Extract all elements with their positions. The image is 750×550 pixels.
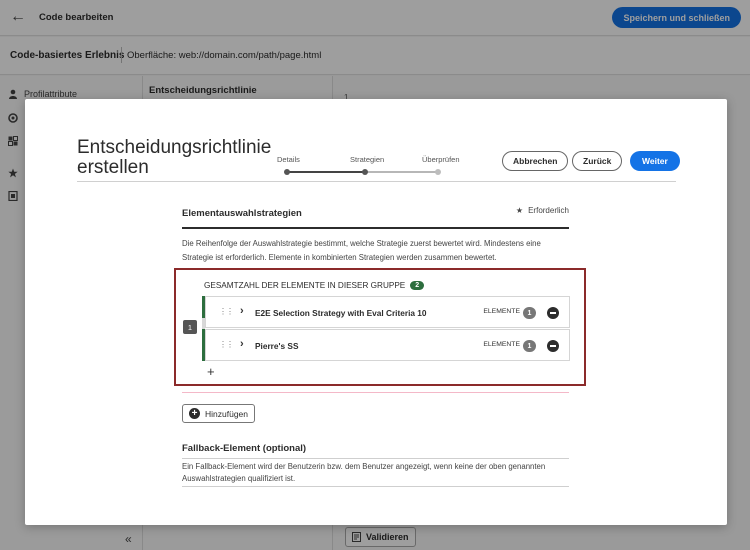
add-strategy-to-group-icon[interactable]: +	[207, 364, 215, 379]
step-track-progress	[287, 171, 365, 173]
step-dot-strategies	[362, 169, 368, 175]
strategy-name: Pierre's SS	[255, 341, 299, 351]
add-circle-icon: +	[189, 408, 200, 419]
step-strategies[interactable]: Strategien	[350, 155, 384, 164]
step-dot-details	[284, 169, 290, 175]
section-title: Elementauswahlstrategien	[182, 208, 302, 219]
required-indicator: ★ Erforderlich	[516, 206, 569, 215]
elements-count-badge: 1	[523, 307, 536, 319]
asterisk-icon: ★	[515, 206, 524, 215]
required-label: Erforderlich	[528, 206, 569, 215]
back-button[interactable]: Zurück	[572, 151, 623, 171]
remove-icon[interactable]	[547, 307, 559, 319]
group-order-badge: 1	[183, 320, 197, 334]
chevron-right-icon[interactable]: ›	[240, 305, 244, 317]
group-count-badge: 2	[410, 281, 425, 290]
strategy-row[interactable]: ⋮⋮ › Pierre's SS ELEMENTE 1	[205, 329, 570, 361]
section-divider	[182, 227, 569, 229]
step-indicator: Details Strategien Überprüfen	[272, 151, 482, 177]
step-review[interactable]: Überprüfen	[422, 155, 460, 164]
elements-label: ELEMENTE	[483, 308, 520, 315]
drag-handle-icon[interactable]: ⋮⋮	[219, 340, 234, 349]
fallback-bottom-divider	[182, 486, 569, 487]
add-label: Hinzufügen	[205, 408, 249, 419]
group-divider	[182, 392, 569, 393]
remove-icon[interactable]	[547, 340, 559, 352]
fallback-divider	[182, 458, 569, 459]
cancel-button[interactable]: Abbrechen	[502, 151, 569, 171]
fallback-description: Ein Fallback-Element wird der Benutzerin…	[182, 462, 546, 483]
step-details[interactable]: Details	[277, 155, 300, 164]
group-header-label: GESAMTZAHL DER ELEMENTE IN DIESER GRUPPE	[204, 281, 406, 290]
strategy-row[interactable]: ⋮⋮ › E2E Selection Strategy with Eval Cr…	[205, 296, 570, 328]
elements-count-badge: 1	[523, 340, 536, 352]
fallback-title: Fallback-Element (optional)	[182, 443, 307, 454]
add-button[interactable]: + Hinzufügen	[182, 404, 256, 423]
section-description: Die Reihenfolge der Auswahlstrategie bes…	[182, 239, 541, 262]
header-divider	[77, 181, 676, 182]
elements-label: ELEMENTE	[483, 341, 520, 348]
dialog-title: Entscheidungsrichtlinie erstellen	[77, 137, 272, 178]
group-header: GESAMTZAHL DER ELEMENTE IN DIESER GRUPPE…	[204, 281, 425, 290]
next-button[interactable]: Weiter	[630, 151, 680, 171]
step-dot-review	[435, 169, 441, 175]
drag-handle-icon[interactable]: ⋮⋮	[219, 307, 234, 316]
strategy-name: E2E Selection Strategy with Eval Criteri…	[255, 308, 427, 318]
chevron-right-icon[interactable]: ›	[240, 338, 244, 350]
